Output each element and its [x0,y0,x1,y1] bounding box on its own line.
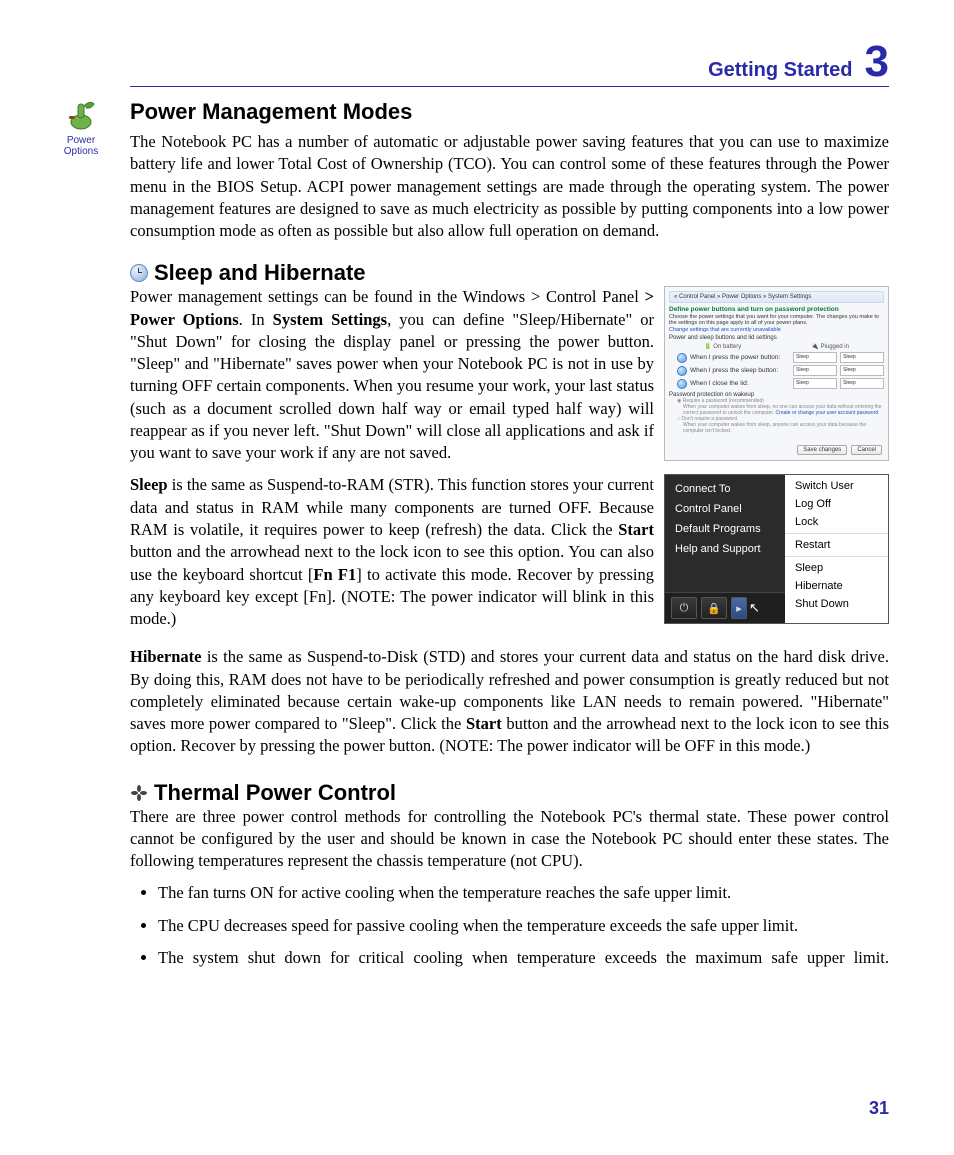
cp-breadcrumb: « Control Panel » Power Options » System… [669,291,884,303]
sm-restart: Restart [785,536,888,554]
sm-lock: Lock [785,513,888,531]
power-options-label-1: Power [42,135,120,146]
thermal-intro: There are three power control methods fo… [130,806,889,873]
cp-sub: Choose the power settings that you want … [669,314,884,326]
cp-col-battery: On battery [713,344,741,350]
header-title: Getting Started [708,59,852,82]
lock-icon: 🔒 [701,597,727,619]
cp-link-unavailable: Change settings that are currently unava… [669,327,884,333]
power-icon: ⏻ [671,597,697,619]
thermal-bullet-1: The fan turns ON for active cooling when… [158,882,889,904]
sm-control-panel: Control Panel [665,499,785,519]
cursor-icon: ↖ [749,600,760,616]
cp-save-button: Save changes [797,445,847,455]
sm-default-programs: Default Programs [665,519,785,539]
section-thermal-title: Thermal Power Control [154,780,396,806]
sm-switch-user: Switch User [785,477,888,495]
section-sleep-title: Sleep and Hibernate [154,260,366,286]
sm-shut-down: Shut Down [785,595,888,613]
cp-section-buttons: Power and sleep buttons and lid settings [669,335,884,341]
sm-hibernate: Hibernate [785,577,888,595]
power-options-label-2: Options [42,146,120,157]
arrow-icon: ▸ [731,597,747,619]
fan-icon [130,784,148,802]
page-number: 31 [869,1098,889,1119]
page-header: Getting Started 3 [130,40,889,87]
thermal-bullets: The fan turns ON for active cooling when… [130,882,889,969]
cp-col-plugged: Plugged in [821,344,849,350]
sm-connect-to: Connect To [665,479,785,499]
sm-log-off: Log Off [785,495,888,513]
start-menu-screenshot: Connect To Control Panel Default Program… [664,474,889,624]
thermal-bullet-2: The CPU decreases speed for passive cool… [158,915,889,937]
section-power-mgmt-body: The Notebook PC has a number of automati… [130,131,889,242]
power-options-icon: Power Options [42,96,120,157]
cp-heading: Define power buttons and turn on passwor… [669,306,884,313]
hibernate-description: Hibernate is the same as Suspend-to-Disk… [130,640,889,757]
header-chapter-number: 3 [865,40,889,84]
section-power-mgmt-title: Power Management Modes [130,99,889,125]
cp-row-sleep: When I press the sleep button: [690,367,790,374]
cp-cancel-button: Cancel [851,445,882,455]
sm-sleep: Sleep [785,559,888,577]
clock-icon [130,264,148,282]
control-panel-screenshot: « Control Panel » Power Options » System… [664,286,889,461]
thermal-bullet-3: The system shut down for critical coolin… [158,947,889,969]
cp-row-lid: When I close the lid: [690,380,790,387]
sm-help-support: Help and Support [665,539,785,559]
cp-row-power: When I press the power button: [690,354,790,361]
